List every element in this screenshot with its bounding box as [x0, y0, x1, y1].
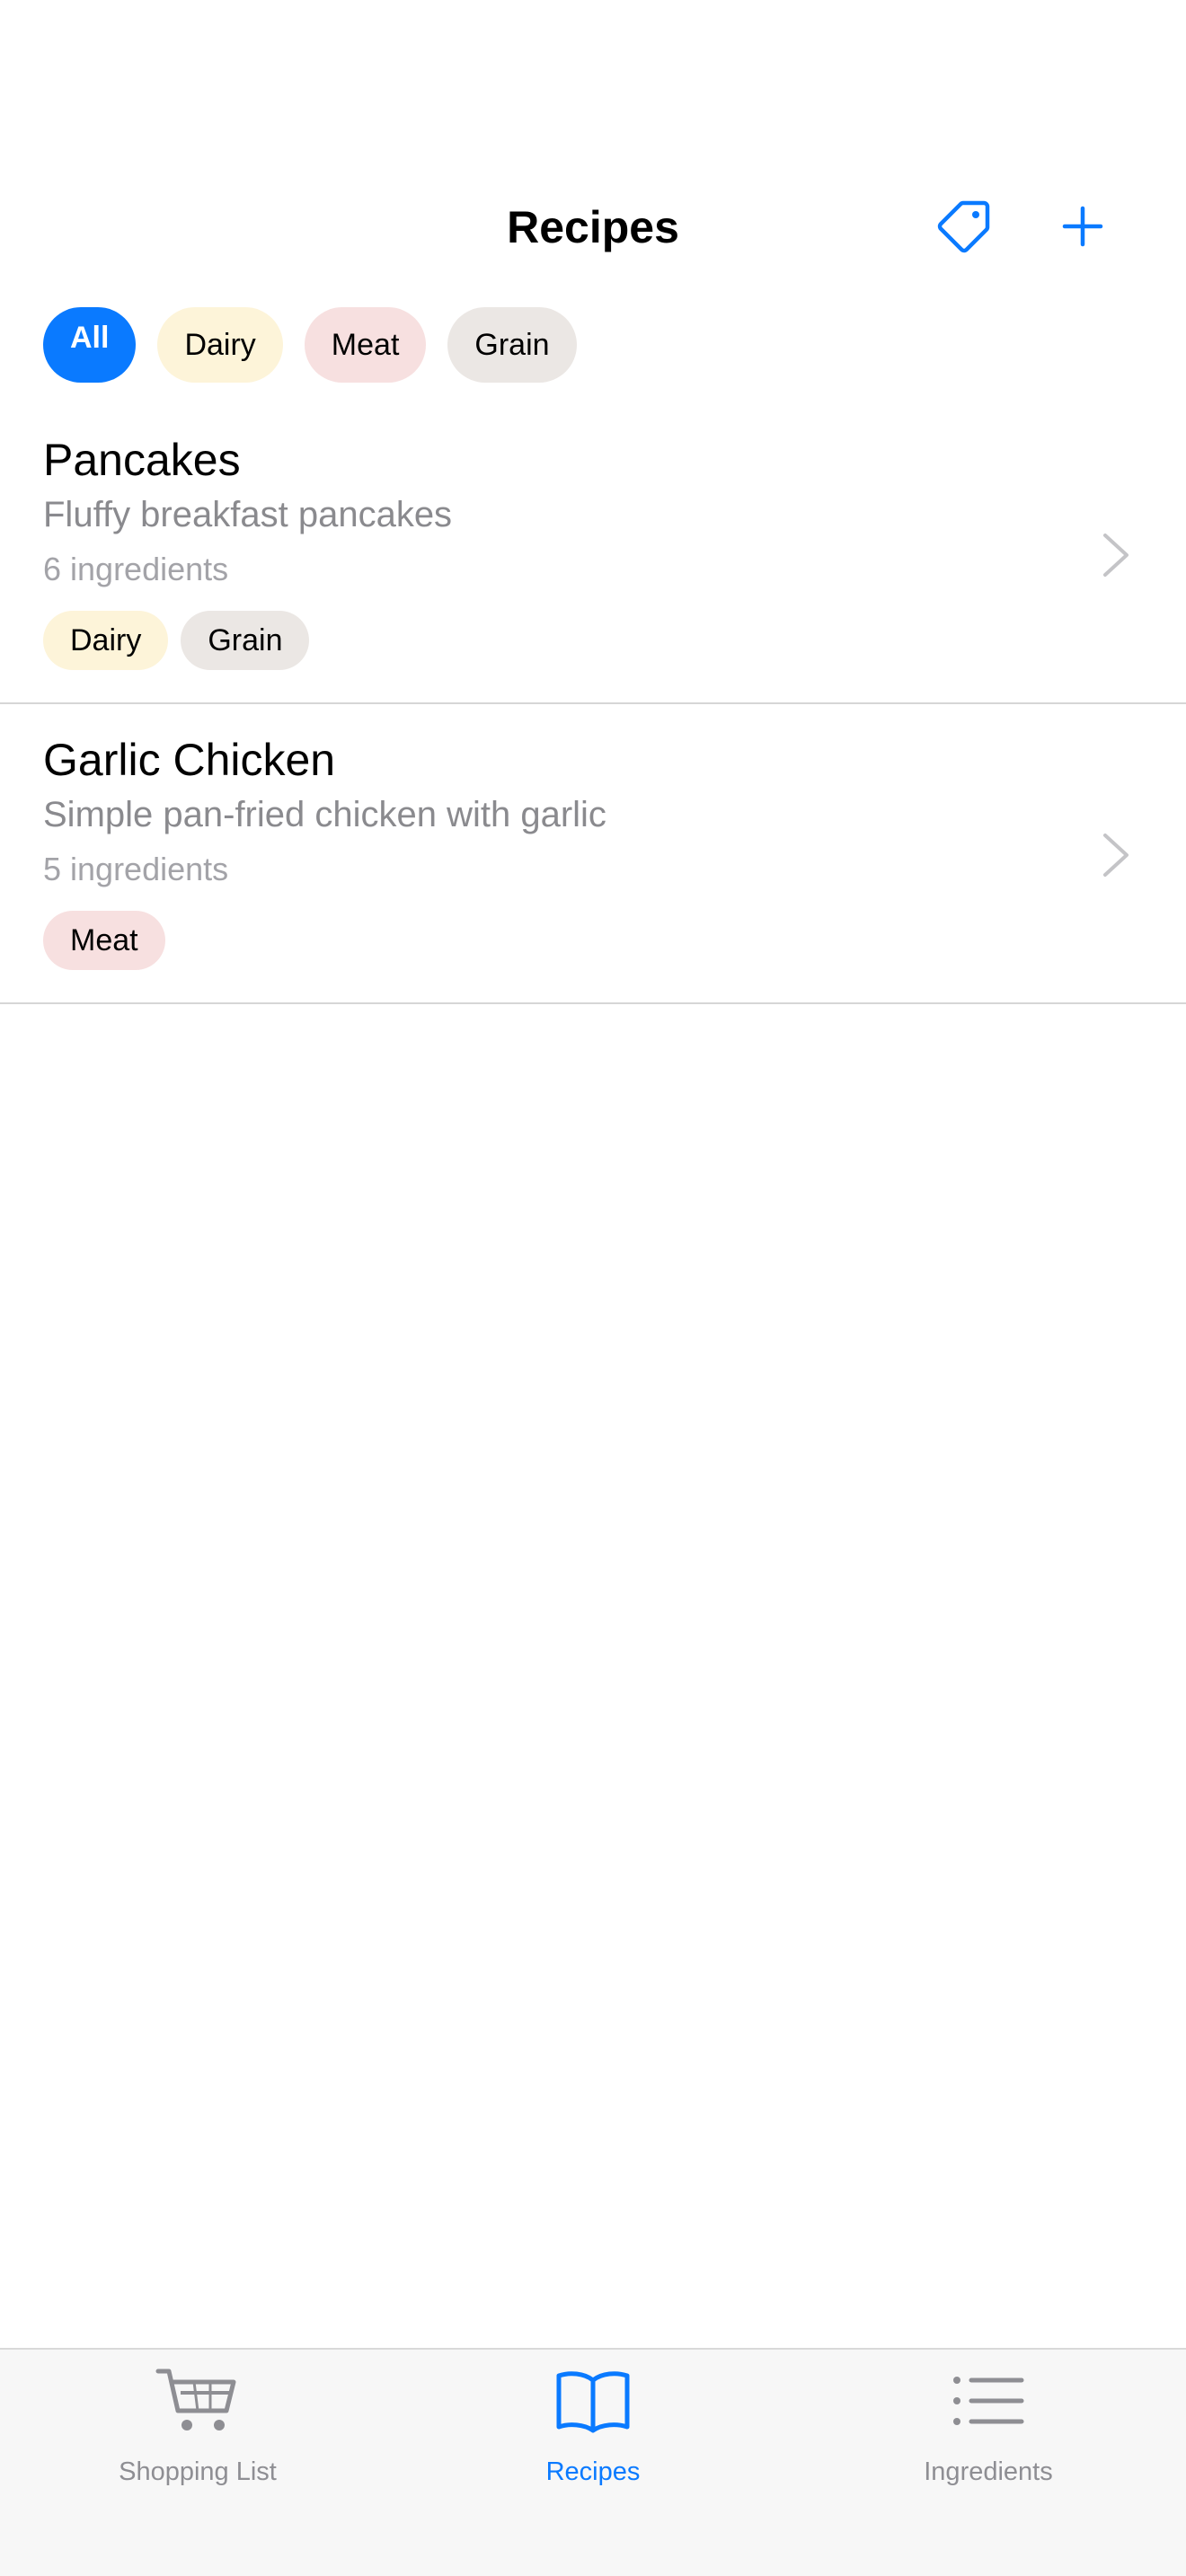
tab-label: Recipes: [545, 2457, 641, 2486]
recipe-title: Garlic Chicken: [43, 735, 336, 785]
tag-meat: Meat: [43, 911, 165, 970]
tag-dairy: Dairy: [43, 611, 169, 670]
recipe-tags: Meat: [43, 911, 165, 970]
page-title: Recipes: [507, 202, 679, 252]
tag-grain: Grain: [181, 611, 310, 670]
cart-icon: [155, 2369, 236, 2430]
ingredient-count: 5 ingredients: [43, 851, 229, 887]
filter-chip-dairy[interactable]: Dairy: [157, 307, 283, 383]
tab-recipes[interactable]: Recipes: [395, 2350, 791, 2493]
tab-ingredients[interactable]: Ingredients: [791, 2350, 1186, 2493]
tab-shopping-list[interactable]: Shopping List: [0, 2350, 395, 2493]
ingredient-count: 6 ingredients: [43, 551, 229, 587]
recipe-row-pancakes[interactable]: Pancakes Fluffy breakfast pancakes 6 ing…: [0, 404, 1186, 704]
tag-icon: [937, 200, 990, 253]
chevron-right-icon: [1103, 834, 1128, 877]
recipe-tags: Dairy Grain: [43, 611, 310, 670]
tab-label: Ingredients: [924, 2457, 1053, 2486]
recipe-row-garlic-chicken[interactable]: Garlic Chicken Simple pan-fried chicken …: [0, 704, 1186, 1004]
plus-icon: [1062, 206, 1103, 247]
tab-bar: Shopping List Recipes Ingredients: [0, 2348, 1186, 2576]
filter-chip-grain[interactable]: Grain: [447, 307, 577, 383]
book-icon: [556, 2371, 630, 2433]
recipe-description: Simple pan-fried chicken with garlic: [43, 795, 606, 834]
recipe-title: Pancakes: [43, 435, 241, 485]
tab-label: Shopping List: [119, 2457, 277, 2486]
add-recipe-button[interactable]: [1047, 190, 1119, 262]
tags-button[interactable]: [928, 190, 1000, 262]
chevron-right-icon: [1103, 534, 1128, 577]
recipe-list: Pancakes Fluffy breakfast pancakes 6 ing…: [0, 404, 1186, 1004]
navigation-bar: Recipes: [0, 0, 1186, 287]
recipe-description: Fluffy breakfast pancakes: [43, 495, 453, 534]
category-filter-bar: All Dairy Meat Grain: [43, 307, 577, 383]
filter-chip-meat[interactable]: Meat: [304, 307, 427, 383]
filter-chip-all[interactable]: All: [43, 307, 137, 383]
list-icon: [953, 2377, 1024, 2425]
